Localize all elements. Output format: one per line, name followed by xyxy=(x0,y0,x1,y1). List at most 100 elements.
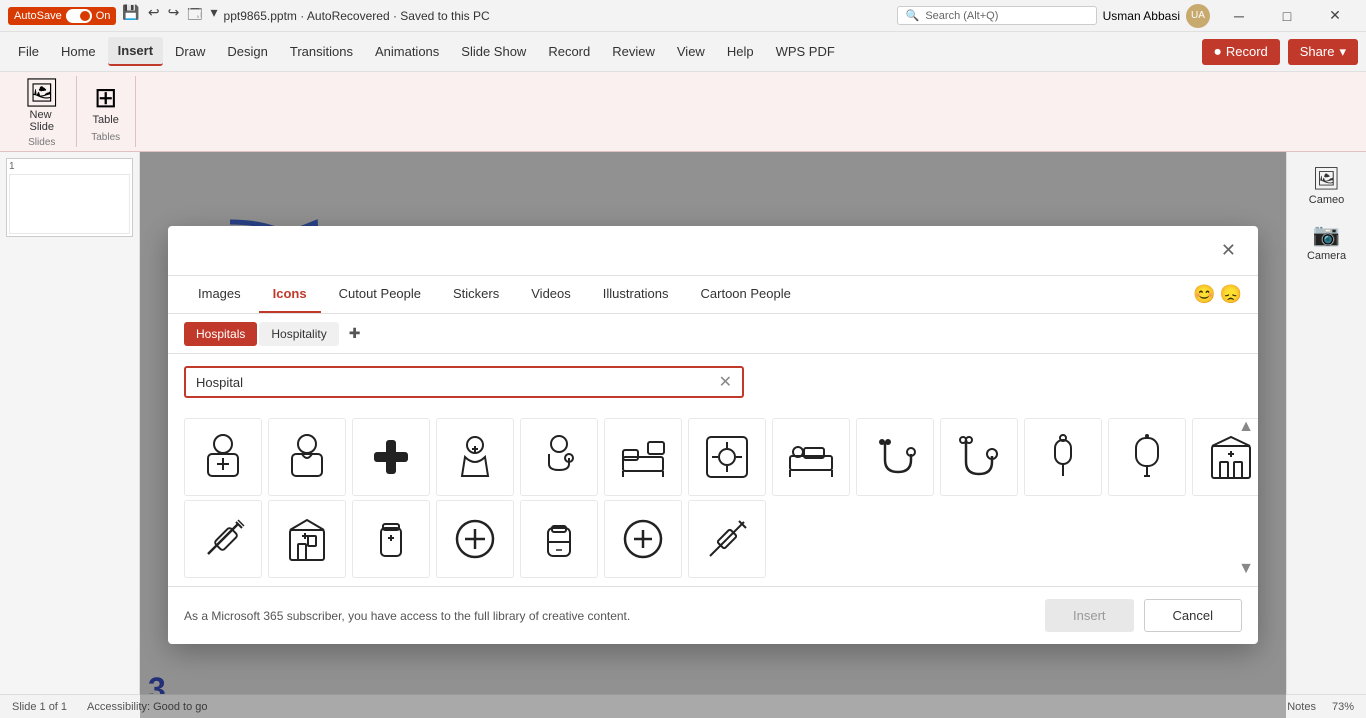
minimize-button[interactable]: ─ xyxy=(1216,0,1262,32)
icon-nurse[interactable] xyxy=(184,418,262,496)
title-bar: AutoSave On 💾 ↩ ↪ 🗔 ▾ ppt9865.pptm · Aut… xyxy=(0,0,1366,32)
menu-file[interactable]: File xyxy=(8,38,49,65)
main-area: 1 3 ✕ Images xyxy=(0,152,1366,718)
table-icon: ⊞ xyxy=(94,84,117,112)
window-icon[interactable]: 🗔 xyxy=(187,4,202,28)
tab-cutout-people[interactable]: Cutout People xyxy=(325,276,435,313)
new-slide-icon: 🖼 xyxy=(24,79,60,107)
subtab-hospitals[interactable]: Hospitals xyxy=(184,322,257,346)
icon-iv-bag1[interactable] xyxy=(1024,418,1102,496)
record-button[interactable]: ⏺ Record xyxy=(1202,39,1279,65)
title-search-bar[interactable]: 🔍 Search (Alt+Q) xyxy=(897,6,1097,25)
new-slide-button[interactable]: 🖼 NewSlide xyxy=(20,75,64,137)
notes-button[interactable]: Notes xyxy=(1287,701,1316,713)
insert-button[interactable]: Insert xyxy=(1045,599,1134,632)
search-clear-button[interactable]: ✕ xyxy=(719,372,732,392)
ribbon-group-tables: ⊞ Table Tables xyxy=(77,76,136,147)
close-button[interactable]: ✕ xyxy=(1312,0,1358,32)
subtab-add-button[interactable]: ✚ xyxy=(341,320,369,347)
menu-design[interactable]: Design xyxy=(217,38,277,65)
tab-images[interactable]: Images xyxy=(184,276,255,313)
icon-circle-plus[interactable] xyxy=(604,500,682,578)
share-label: Share xyxy=(1300,44,1335,59)
autosave-badge[interactable]: AutoSave On xyxy=(8,7,116,25)
icon-nurse2[interactable] xyxy=(436,418,514,496)
search-icon: 🔍 xyxy=(906,9,920,22)
modal-tabs: Images Icons Cutout People Stickers Vide… xyxy=(168,276,1258,314)
redo-icon[interactable]: ↪ xyxy=(168,4,180,28)
icon-plus-circle[interactable] xyxy=(436,500,514,578)
title-bar-icons: 💾 ↩ ↪ 🗔 ▾ xyxy=(122,4,217,28)
autosave-toggle[interactable] xyxy=(66,9,92,23)
menu-slideshow[interactable]: Slide Show xyxy=(451,38,536,65)
emoji-panel: 😊 😞 xyxy=(1193,284,1242,305)
menu-review[interactable]: Review xyxy=(602,38,665,65)
camera-button[interactable]: 📷 Camera xyxy=(1301,216,1352,268)
title-bar-right: 🔍 Search (Alt+Q) Usman Abbasi UA ─ □ ✕ xyxy=(897,0,1358,32)
menu-help[interactable]: Help xyxy=(717,38,764,65)
icon-stethoscope2[interactable] xyxy=(940,418,1018,496)
modal-header: ✕ xyxy=(168,226,1258,276)
icon-pills[interactable] xyxy=(520,500,598,578)
menu-home[interactable]: Home xyxy=(51,38,106,65)
avatar[interactable]: UA xyxy=(1186,4,1210,28)
tab-cartoon-people[interactable]: Cartoon People xyxy=(687,276,805,313)
icon-syringe1[interactable] xyxy=(184,500,262,578)
tab-stickers[interactable]: Stickers xyxy=(439,276,513,313)
tab-videos[interactable]: Videos xyxy=(517,276,585,313)
icon-hospital-bed[interactable] xyxy=(604,418,682,496)
title-bar-left: AutoSave On 💾 ↩ ↪ 🗔 ▾ ppt9865.pptm · Aut… xyxy=(8,4,490,28)
subtab-hospitality[interactable]: Hospitality xyxy=(259,322,338,346)
share-button[interactable]: Share ▾ xyxy=(1288,39,1358,65)
footer-text: As a Microsoft 365 subscriber, you have … xyxy=(184,609,630,623)
maximize-button[interactable]: □ xyxy=(1264,0,1310,32)
undo-icon[interactable]: ↩ xyxy=(148,4,160,28)
emoji-sad-icon: 😞 xyxy=(1220,284,1242,305)
menu-record[interactable]: Record xyxy=(538,38,600,65)
modal-close-button[interactable]: ✕ xyxy=(1215,238,1242,263)
save-icon[interactable]: 💾 xyxy=(122,4,139,28)
icon-stethoscope1[interactable] xyxy=(856,418,934,496)
table-button[interactable]: ⊞ Table xyxy=(89,80,123,130)
cancel-button[interactable]: Cancel xyxy=(1144,599,1242,632)
icon-stethoscope-person[interactable] xyxy=(520,418,598,496)
icon-hospital-building2[interactable] xyxy=(268,500,346,578)
insert-icons-modal: ✕ Images Icons Cutout People Stickers Vi… xyxy=(168,226,1258,644)
icon-iv-bag2[interactable] xyxy=(1108,418,1186,496)
slide-info: Slide 1 of 1 xyxy=(12,701,67,713)
search-input[interactable] xyxy=(196,375,711,390)
icon-medical-cross[interactable] xyxy=(352,418,430,496)
autosave-state: On xyxy=(96,10,111,22)
icon-settings[interactable] xyxy=(688,418,766,496)
modal-search-box: ✕ xyxy=(184,366,744,398)
zoom-level: 73% xyxy=(1332,701,1354,713)
record-dot-icon: ⏺ xyxy=(1214,44,1221,60)
icons-grid xyxy=(168,410,1258,586)
icon-syringe2[interactable] xyxy=(688,500,766,578)
scroll-down-button[interactable]: ▼ xyxy=(1238,560,1254,578)
slide-number: 1 xyxy=(9,161,130,172)
window-controls: ─ □ ✕ xyxy=(1216,0,1358,32)
menu-insert[interactable]: Insert xyxy=(108,37,163,66)
menu-draw[interactable]: Draw xyxy=(165,38,215,65)
modal-subtabs: Hospitals Hospitality ✚ xyxy=(168,314,1258,354)
icon-medicine-jar[interactable] xyxy=(352,500,430,578)
scroll-up-button[interactable]: ▲ xyxy=(1238,418,1254,436)
modal-overlay: ✕ Images Icons Cutout People Stickers Vi… xyxy=(140,152,1286,718)
camera-label: Camera xyxy=(1307,250,1346,262)
more-icon[interactable]: ▾ xyxy=(210,4,217,28)
icon-patient-bed[interactable] xyxy=(772,418,850,496)
record-label: Record xyxy=(1226,44,1268,59)
ribbon-group-tables-label: Tables xyxy=(91,132,120,143)
autosave-label: AutoSave xyxy=(14,10,62,22)
menu-transitions[interactable]: Transitions xyxy=(280,38,363,65)
icon-doctor[interactable] xyxy=(268,418,346,496)
tab-icons[interactable]: Icons xyxy=(259,276,321,313)
menu-wpspdf[interactable]: WPS PDF xyxy=(766,38,845,65)
menu-animations[interactable]: Animations xyxy=(365,38,449,65)
menu-view[interactable]: View xyxy=(667,38,715,65)
cameo-button[interactable]: 🖼 Cameo xyxy=(1303,160,1350,212)
tab-illustrations[interactable]: Illustrations xyxy=(589,276,683,313)
slide-thumbnail[interactable]: 1 xyxy=(6,158,133,237)
ribbon-group-slides: 🖼 NewSlide Slides xyxy=(8,76,77,147)
